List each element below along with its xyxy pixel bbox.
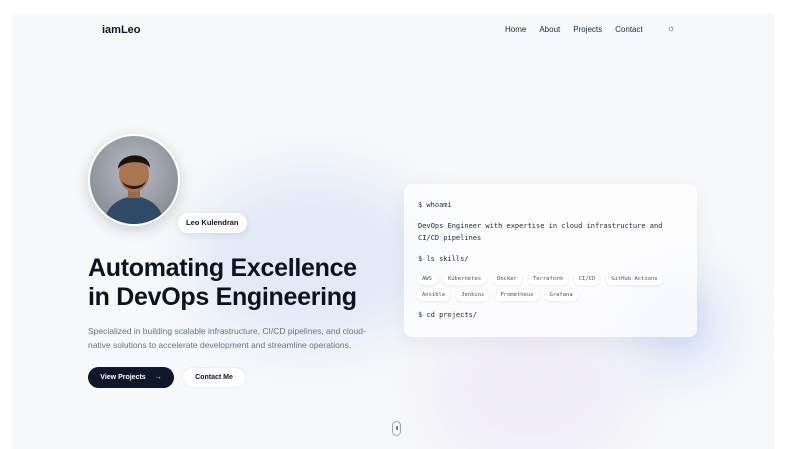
skill-tag: Docker (492, 273, 522, 285)
hero-description: Specialized in building scalable infrast… (88, 326, 366, 350)
terminal-command: $ cd projects/ (418, 311, 478, 319)
hero-headline: Automating Excellence in DevOps Engineer… (88, 254, 357, 312)
view-projects-button[interactable]: View Projects → (88, 367, 174, 388)
skill-tag: Kubernetes (442, 273, 487, 285)
scroll-mouse-icon (396, 426, 398, 430)
nav-links: Home About Projects Contact (505, 25, 643, 34)
person-silhouette (104, 155, 164, 224)
profile-photo (88, 134, 180, 226)
skill-tag: Jenkins (456, 289, 490, 301)
skill-tag: CI/CD (573, 273, 601, 285)
terminal-command: $ whoami (418, 201, 452, 209)
view-projects-label: View Projects (100, 374, 146, 381)
nav-link-contact[interactable]: Contact (615, 25, 643, 34)
terminal-command: $ ls skills/ (418, 255, 469, 263)
nav-link-about[interactable]: About (539, 25, 560, 34)
terminal-output: DevOps Engineer with expertise in cloud … (418, 222, 663, 230)
skill-tag: Prometheus (495, 289, 539, 301)
name-badge: Leo Kulendran (178, 213, 247, 233)
skill-tag: Grafana (544, 289, 578, 301)
sun-icon[interactable]: ☼ (667, 23, 675, 33)
nav-link-home[interactable]: Home (505, 25, 526, 34)
scroll-down-indicator[interactable] (392, 421, 401, 436)
contact-me-button[interactable]: Contact Me (182, 367, 246, 388)
skill-tag: Terraform (527, 273, 568, 285)
page-frame: iamLeo Home About Projects Contact ☼ Leo… (12, 14, 774, 449)
arrow-right-icon: → (154, 374, 162, 381)
terminal-output: CI/CD pipelines (418, 234, 482, 242)
skill-tag: AWS (417, 273, 437, 285)
skill-tag: Ansible (417, 289, 451, 301)
headline-line-1: Automating Excellence (88, 254, 357, 282)
skill-tag: GitHub Actions (606, 273, 663, 285)
terminal-card: $ whoami DevOps Engineer with expertise … (404, 184, 697, 337)
brand-logo[interactable]: iamLeo (102, 24, 141, 36)
navbar: iamLeo Home About Projects Contact ☼ (12, 14, 774, 48)
nav-link-projects[interactable]: Projects (573, 25, 602, 34)
skills-list: AWS Kubernetes Docker Terraform CI/CD Gi… (417, 273, 687, 301)
headline-line-2: in DevOps Engineering (88, 283, 357, 311)
